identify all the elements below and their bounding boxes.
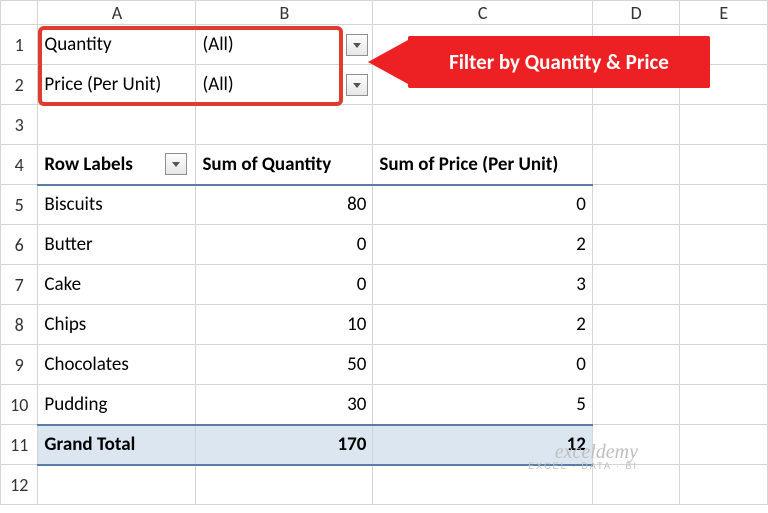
cell[interactable] <box>680 425 768 465</box>
callout-text: Filter by Quantity & Price <box>449 49 669 75</box>
row-header-8[interactable]: 8 <box>1 305 38 345</box>
table-row[interactable]: 0 <box>373 345 593 385</box>
row-header-12[interactable]: 12 <box>1 465 38 505</box>
cell[interactable] <box>592 185 680 225</box>
table-row[interactable]: 5 <box>373 385 593 425</box>
row-header-5[interactable]: 5 <box>1 185 38 225</box>
row-header-6[interactable]: 6 <box>1 225 38 265</box>
table-row[interactable]: 80 <box>196 185 373 225</box>
cell[interactable] <box>680 225 768 265</box>
dropdown-icon[interactable] <box>346 34 368 56</box>
cell[interactable] <box>196 465 373 505</box>
table-row[interactable]: 50 <box>196 345 373 385</box>
cell[interactable] <box>680 145 768 185</box>
cell[interactable] <box>592 305 680 345</box>
filter-value-quantity[interactable]: (All) <box>196 25 373 65</box>
col-header-b[interactable]: B <box>196 1 373 25</box>
grand-total-qty[interactable]: 170 <box>196 425 373 465</box>
dropdown-icon[interactable] <box>165 153 187 175</box>
cell[interactable] <box>592 145 680 185</box>
table-row[interactable]: 2 <box>373 305 593 345</box>
cell[interactable] <box>680 105 768 145</box>
row-header-4[interactable]: 4 <box>1 145 38 185</box>
table-row[interactable]: 3 <box>373 265 593 305</box>
cell[interactable] <box>592 105 680 145</box>
cell[interactable] <box>680 305 768 345</box>
table-row[interactable]: 0 <box>196 265 373 305</box>
cell[interactable] <box>196 105 373 145</box>
select-all-corner[interactable] <box>1 1 38 25</box>
row-header-2[interactable]: 2 <box>1 65 38 105</box>
pivot-sumprice-header[interactable]: Sum of Price (Per Unit) <box>373 145 593 185</box>
grand-total-label[interactable]: Grand Total <box>38 425 196 465</box>
row-header-11[interactable]: 11 <box>1 425 38 465</box>
header-text: Row Labels <box>44 153 132 176</box>
row-header-1[interactable]: 1 <box>1 25 38 65</box>
table-row[interactable]: Butter <box>38 225 196 265</box>
cell[interactable] <box>680 465 768 505</box>
cell[interactable] <box>592 425 680 465</box>
filter-value-price[interactable]: (All) <box>196 65 373 105</box>
filter-value-text: (All) <box>202 33 233 56</box>
pivot-row-labels-header[interactable]: Row Labels <box>38 145 196 185</box>
table-row[interactable]: 0 <box>373 185 593 225</box>
cell[interactable] <box>680 265 768 305</box>
row-header-9[interactable]: 9 <box>1 345 38 385</box>
cell[interactable] <box>38 465 196 505</box>
cell[interactable] <box>680 345 768 385</box>
dropdown-icon[interactable] <box>346 74 368 96</box>
row-header-3[interactable]: 3 <box>1 105 38 145</box>
cell[interactable] <box>592 345 680 385</box>
callout-annotation: Filter by Quantity & Price <box>408 36 710 88</box>
filter-label-price[interactable]: Price (Per Unit) <box>38 65 196 105</box>
table-row[interactable]: 2 <box>373 225 593 265</box>
cell[interactable] <box>373 105 593 145</box>
filter-value-text: (All) <box>202 73 233 96</box>
table-row[interactable]: Chips <box>38 305 196 345</box>
cell[interactable] <box>592 265 680 305</box>
row-header-7[interactable]: 7 <box>1 265 38 305</box>
cell[interactable] <box>680 185 768 225</box>
table-row[interactable]: 30 <box>196 385 373 425</box>
row-header-10[interactable]: 10 <box>1 385 38 425</box>
cell[interactable] <box>38 105 196 145</box>
cell[interactable] <box>592 465 680 505</box>
table-row[interactable]: Pudding <box>38 385 196 425</box>
table-row[interactable]: Biscuits <box>38 185 196 225</box>
cell[interactable] <box>592 225 680 265</box>
col-header-d[interactable]: D <box>592 1 680 25</box>
cell[interactable] <box>680 385 768 425</box>
cell[interactable] <box>592 385 680 425</box>
table-row[interactable]: Chocolates <box>38 345 196 385</box>
pivot-sumqty-header[interactable]: Sum of Quantity <box>196 145 373 185</box>
col-header-a[interactable]: A <box>38 1 196 25</box>
col-header-c[interactable]: C <box>373 1 593 25</box>
grand-total-price[interactable]: 12 <box>373 425 593 465</box>
filter-label-quantity[interactable]: Quantity <box>38 25 196 65</box>
cell[interactable] <box>373 465 593 505</box>
table-row[interactable]: Cake <box>38 265 196 305</box>
table-row[interactable]: 10 <box>196 305 373 345</box>
table-row[interactable]: 0 <box>196 225 373 265</box>
col-header-e[interactable]: E <box>680 1 768 25</box>
